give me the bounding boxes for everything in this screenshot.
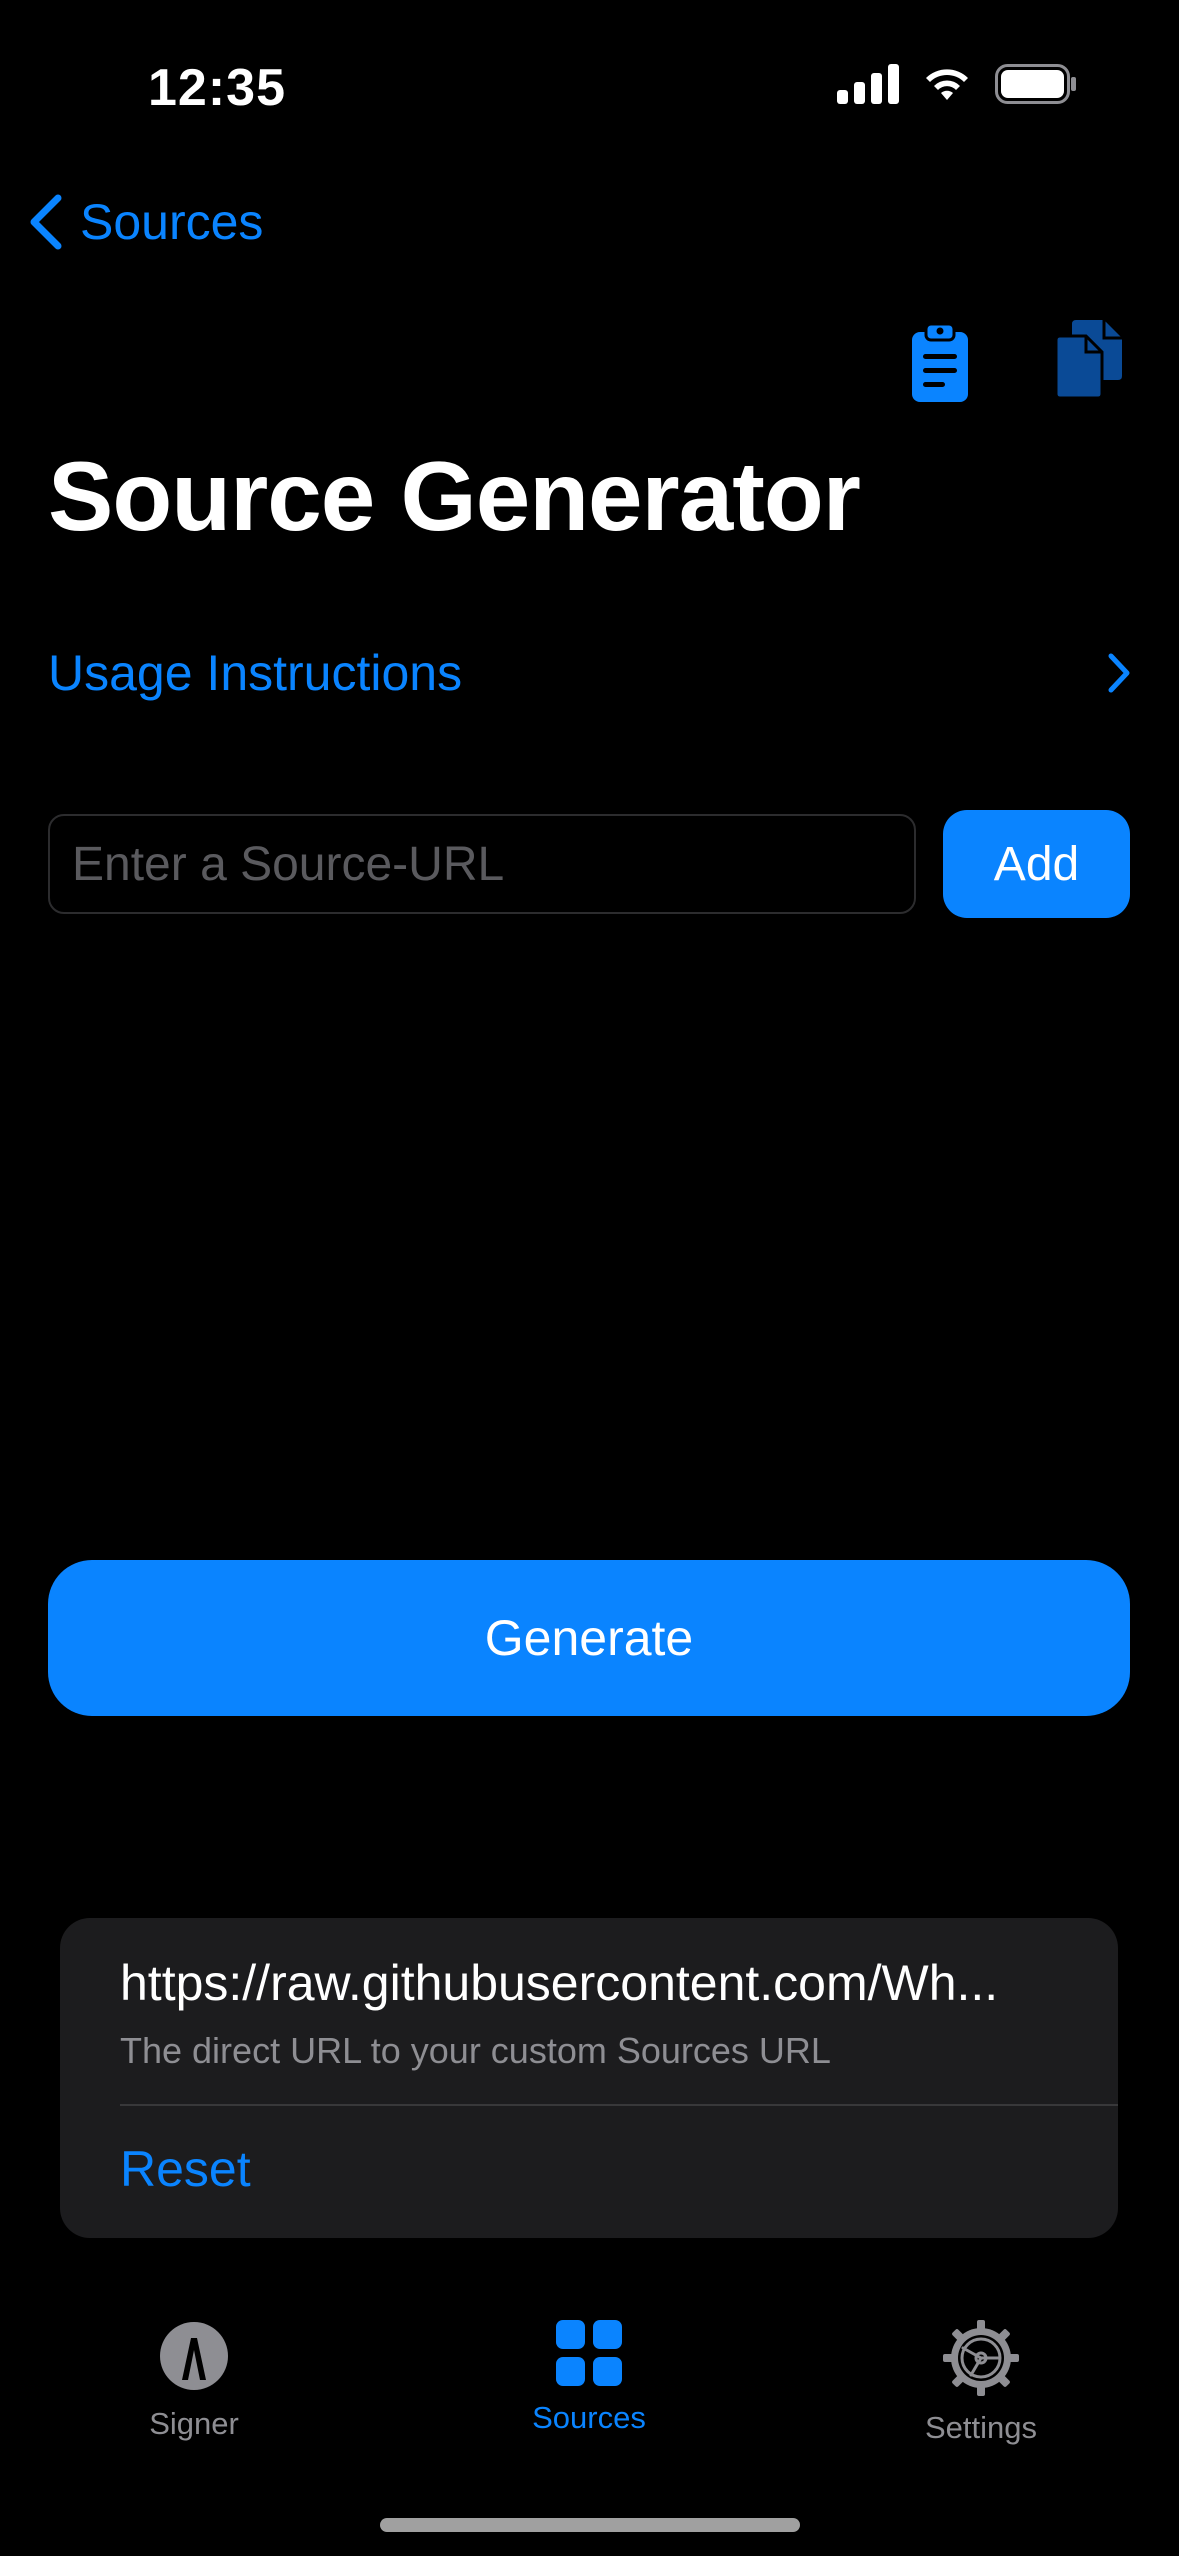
chevron-right-icon [1108,653,1130,693]
battery-icon [995,64,1076,104]
tab-signer[interactable]: Signer [64,2320,324,2460]
card-divider [120,2104,1118,2106]
page-title: Source Generator [48,441,861,551]
usage-instructions-row[interactable]: Usage Instructions [48,638,1132,708]
signer-icon [160,2322,228,2390]
home-indicator[interactable] [380,2518,800,2532]
add-button[interactable]: Add [943,810,1130,918]
grid-icon [556,2320,622,2386]
back-label: Sources [80,194,264,250]
chevron-left-icon [30,194,62,250]
wifi-icon [926,69,968,100]
result-card: https://raw.githubusercontent.com/Wh... … [60,1918,1118,2238]
copy-documents-icon[interactable] [1054,318,1124,400]
tab-settings[interactable]: Settings [851,2320,1111,2460]
back-button[interactable]: Sources [26,192,263,252]
reset-button[interactable]: Reset [120,2140,251,2198]
source-url-input[interactable]: Enter a Source-URL [48,814,916,914]
gear-icon [943,2320,1019,2396]
source-url-placeholder: Enter a Source-URL [72,837,505,891]
tab-label: Settings [924,2410,1037,2445]
status-time: 12:35 [148,59,286,117]
tab-label: Sources [532,2400,646,2435]
status-icons [837,64,1077,104]
tab-label: Signer [149,2406,239,2441]
generated-url-description: The direct URL to your custom Sources UR… [120,2030,831,2071]
paste-clipboard-icon[interactable] [910,322,970,404]
usage-instructions-label: Usage Instructions [48,645,463,701]
generated-url[interactable]: https://raw.githubusercontent.com/Wh... [120,1954,998,2012]
toolbar [0,318,1179,408]
tab-sources[interactable]: Sources [459,2320,719,2460]
generate-button[interactable]: Generate [48,1560,1130,1716]
signal-icon [837,64,899,104]
